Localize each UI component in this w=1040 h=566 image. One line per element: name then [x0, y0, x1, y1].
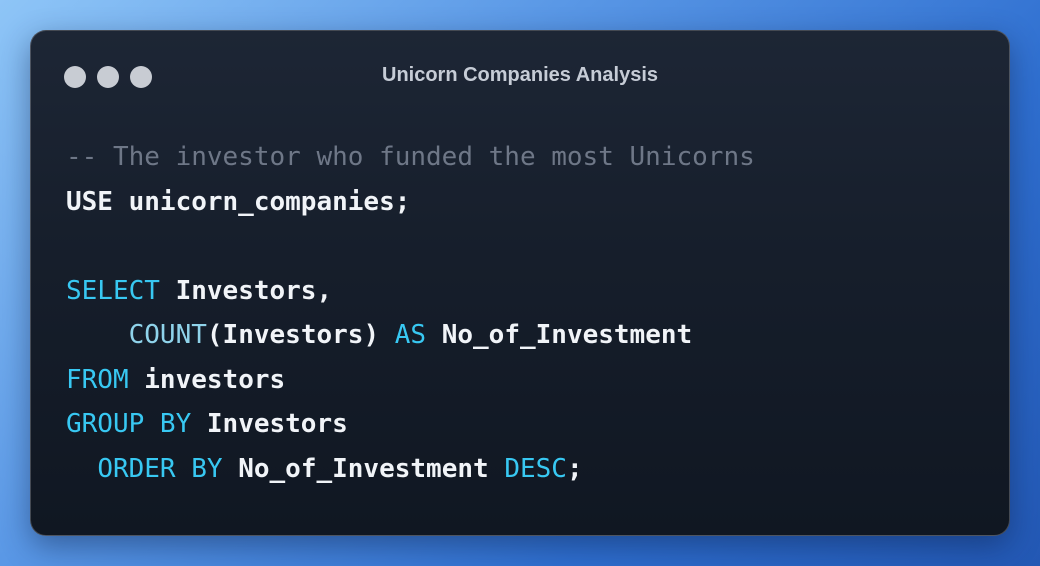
code-token-plain: USE unicorn_companies;: [66, 186, 411, 217]
window-titlebar: Unicorn Companies Analysis: [31, 31, 1009, 123]
code-window: Unicorn Companies Analysis -- The invest…: [30, 30, 1010, 536]
code-token-kw: SELECT: [66, 275, 160, 306]
code-token-plain: No_of_Investment: [426, 320, 693, 350]
code-token-plain: investors: [128, 364, 286, 395]
code-token-plain: ;: [566, 453, 583, 484]
code-line: GROUP BY Investors: [66, 402, 989, 447]
code-line: -- The investor who funded the most Unic…: [66, 135, 989, 180]
code-line: ORDER BY No_of_Investment DESC;: [66, 447, 989, 492]
code-token-plain: Investors: [191, 409, 348, 439]
code-token-plain: No_of_Investment: [222, 453, 505, 484]
code-line: SELECT Investors,: [66, 269, 989, 314]
code-token-kw: FROM: [66, 364, 129, 395]
code-token-fn: COUNT: [128, 320, 207, 350]
code-token-kw: GROUP BY: [66, 409, 192, 439]
window-title: Unicorn Companies Analysis: [382, 64, 658, 86]
code-line: COUNT(Investors) AS No_of_Investment: [66, 313, 989, 358]
code-token-plain: Investors,: [159, 275, 333, 306]
code-token-kw: DESC: [504, 453, 567, 484]
code-line: USE unicorn_companies;: [66, 180, 989, 225]
code-block: -- The investor who funded the most Unic…: [66, 135, 989, 491]
code-token-comment: -- The investor who funded the most Unic…: [66, 142, 755, 172]
code-token-kw: AS: [394, 320, 427, 350]
code-line: FROM investors: [66, 358, 989, 403]
code-token-plain: (Investors): [206, 320, 395, 350]
code-token-kw: ORDER BY: [97, 453, 223, 484]
